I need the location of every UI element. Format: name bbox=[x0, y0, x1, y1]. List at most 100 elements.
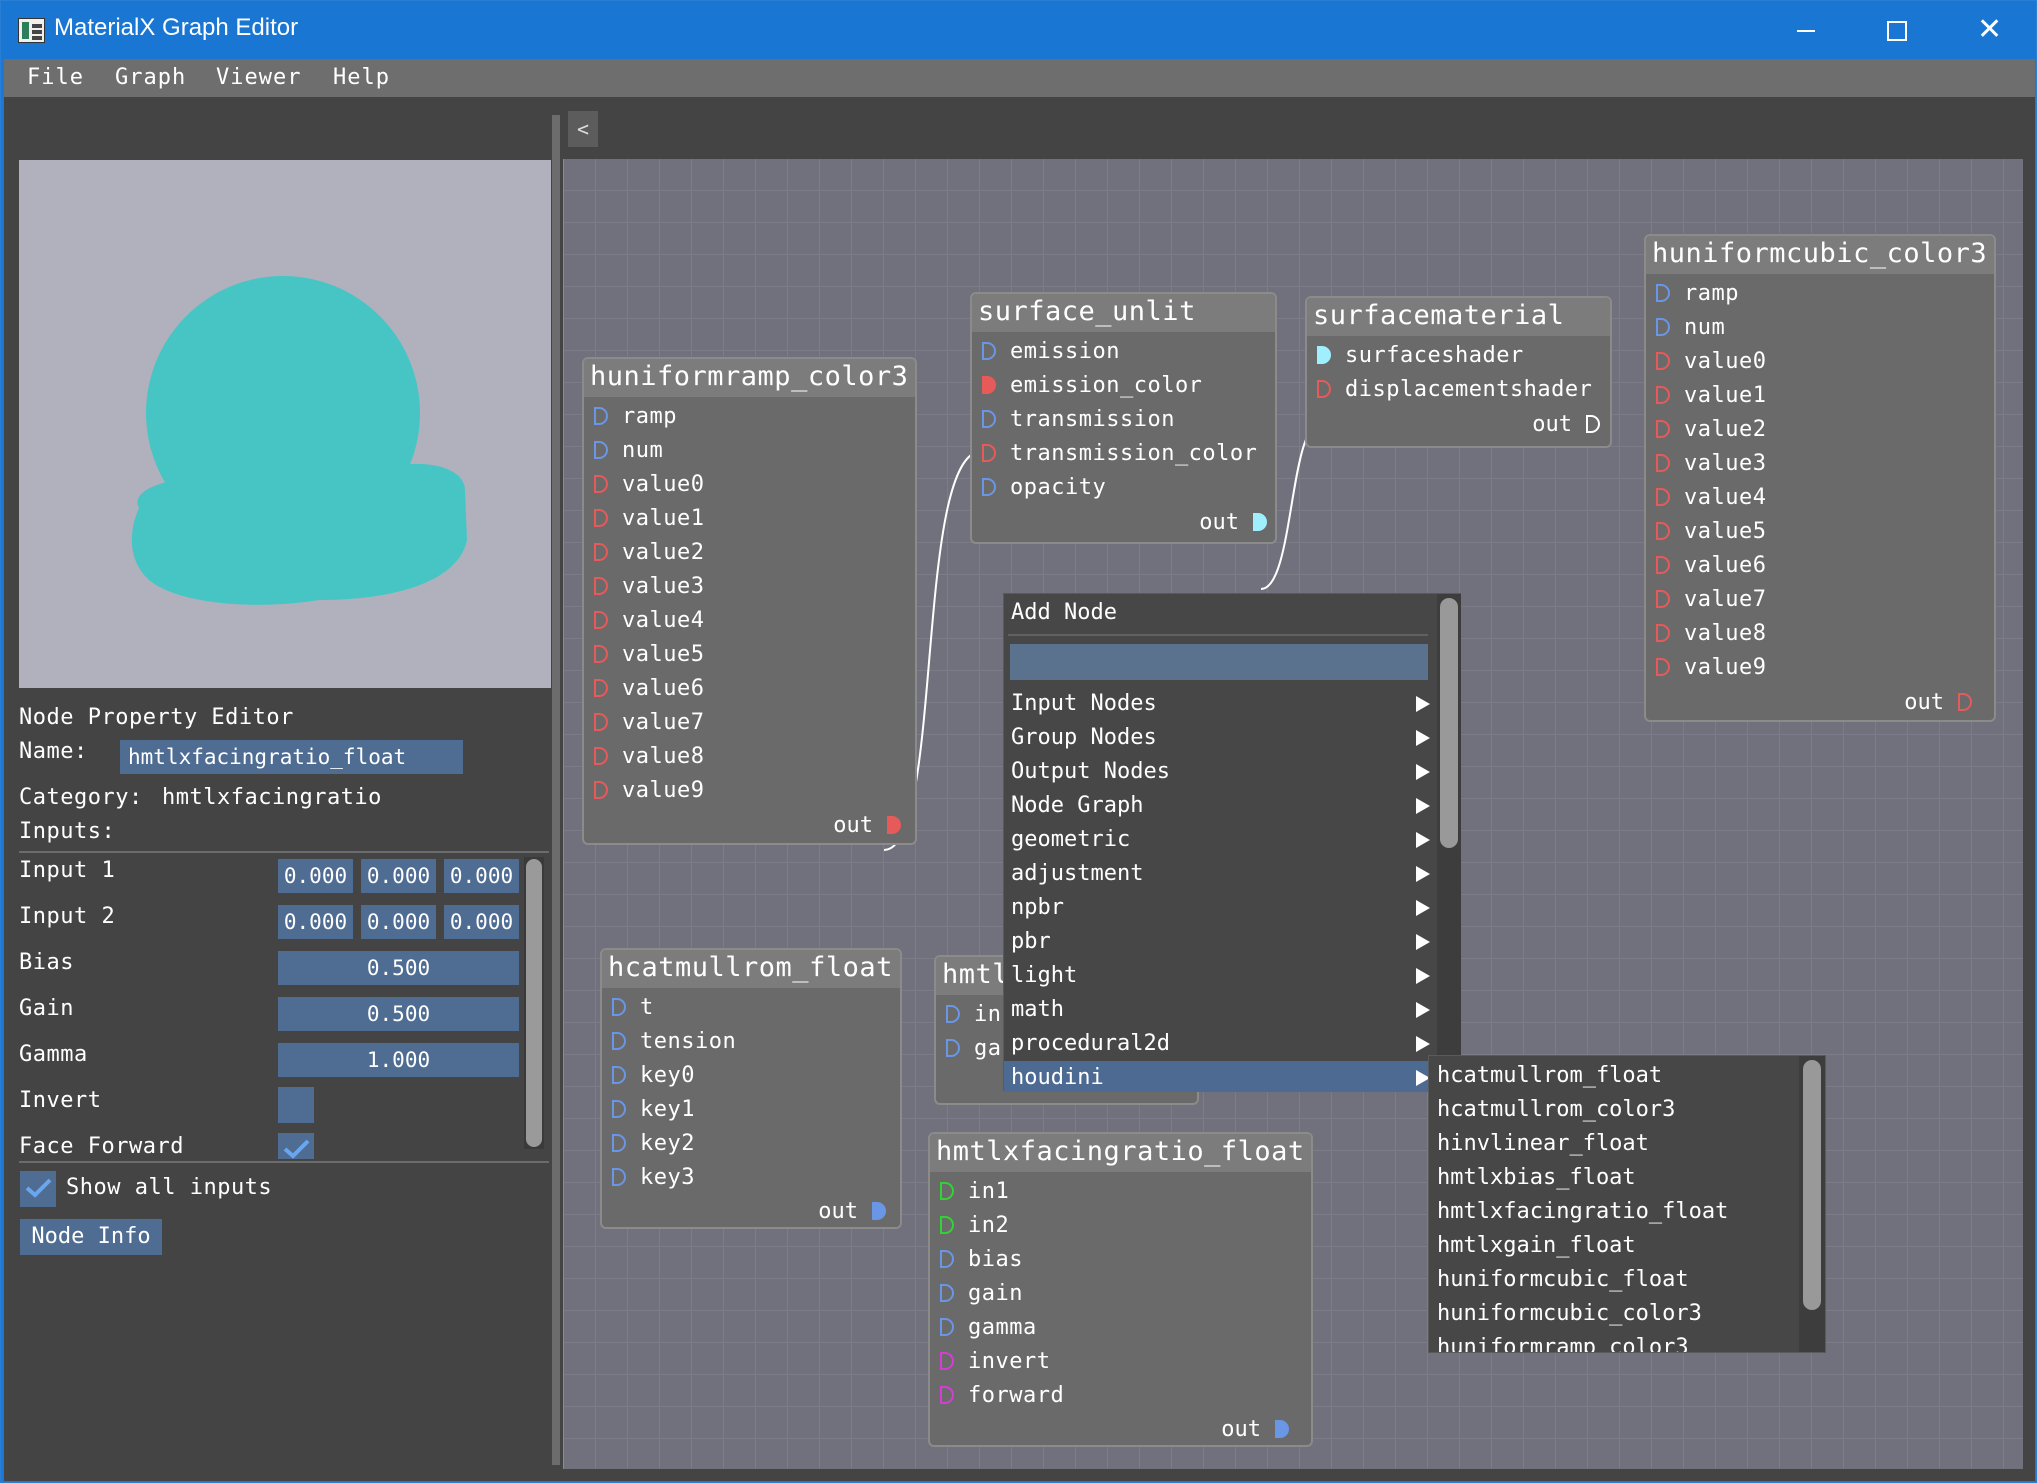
submenu-item[interactable]: hinvlinear_float bbox=[1437, 1127, 1649, 1161]
input-pin-surfaceshader[interactable]: surfaceshader bbox=[1317, 343, 1524, 369]
input-pin-value1[interactable]: value1 bbox=[1656, 383, 1766, 409]
node-surfacematerial[interactable]: surfacematerial surfaceshader displaceme… bbox=[1305, 296, 1612, 448]
menu-item-npbr[interactable]: npbr bbox=[1004, 891, 1440, 925]
submenu-item[interactable]: hcatmullrom_color3 bbox=[1437, 1093, 1675, 1127]
input-pin-value1[interactable]: value1 bbox=[594, 506, 704, 532]
node-hcatmullrom-float[interactable]: hcatmullrom_float t tension key0 key1 ke… bbox=[600, 948, 902, 1229]
output-pin-out[interactable]: out bbox=[1199, 510, 1267, 536]
input-pin-value9[interactable]: value9 bbox=[594, 778, 704, 804]
menu-item-output-nodes[interactable]: Output Nodes bbox=[1004, 755, 1440, 789]
menu-item-houdini[interactable]: houdini bbox=[1004, 1061, 1440, 1092]
input2-z-field[interactable]: 0.000 bbox=[444, 905, 519, 939]
input-pin-in[interactable]: in bbox=[946, 1002, 1002, 1028]
submenu-item[interactable]: huniformramp_color3 bbox=[1437, 1331, 1689, 1352]
collapse-panel-button[interactable]: < bbox=[568, 111, 598, 147]
input-pin-value4[interactable]: value4 bbox=[1656, 485, 1766, 511]
input-pin-value7[interactable]: value7 bbox=[1656, 587, 1766, 613]
input-pin-num[interactable]: num bbox=[1656, 315, 1725, 341]
input-pin-key3[interactable]: key3 bbox=[612, 1165, 695, 1191]
input-pin-value2[interactable]: value2 bbox=[1656, 417, 1766, 443]
node-info-button[interactable]: Node Info bbox=[20, 1219, 162, 1255]
menu-item-input-nodes[interactable]: Input Nodes bbox=[1004, 687, 1440, 721]
show-all-inputs-checkbox[interactable] bbox=[20, 1171, 56, 1207]
menu-item-geometric[interactable]: geometric bbox=[1004, 823, 1440, 857]
input-pin-gain[interactable]: gain bbox=[940, 1281, 1023, 1307]
menu-item-node-graph[interactable]: Node Graph bbox=[1004, 789, 1440, 823]
input2-x-field[interactable]: 0.000 bbox=[278, 905, 353, 939]
input-pin-value6[interactable]: value6 bbox=[594, 676, 704, 702]
menu-item-light[interactable]: light bbox=[1004, 959, 1440, 993]
menu-item-procedural2d[interactable]: procedural2d bbox=[1004, 1027, 1440, 1061]
input-pin-value9[interactable]: value9 bbox=[1656, 655, 1766, 681]
input-pin-transmission[interactable]: transmission bbox=[982, 407, 1175, 433]
input-pin-displacementshader[interactable]: displacementshader bbox=[1317, 377, 1592, 403]
input-pin-t[interactable]: t bbox=[612, 995, 654, 1021]
input-pin-value8[interactable]: value8 bbox=[1656, 621, 1766, 647]
input-pin-value2[interactable]: value2 bbox=[594, 540, 704, 566]
node-huniformcubic-color3[interactable]: huniformcubic_color3 ramp num value0 val… bbox=[1644, 234, 1996, 722]
input-pin-in1[interactable]: in1 bbox=[940, 1179, 1009, 1205]
scrollbar-thumb[interactable] bbox=[1803, 1060, 1821, 1310]
face-forward-checkbox[interactable] bbox=[278, 1133, 314, 1159]
houdini-submenu[interactable]: hcatmullrom_float hcatmullrom_color3 hin… bbox=[1428, 1055, 1826, 1353]
input-pin-value3[interactable]: value3 bbox=[594, 574, 704, 600]
input-pin-key1[interactable]: key1 bbox=[612, 1097, 695, 1123]
menu-file[interactable]: File bbox=[27, 65, 84, 90]
maximize-button[interactable] bbox=[1851, 1, 1943, 59]
input-pin-ramp[interactable]: ramp bbox=[1656, 281, 1739, 307]
input-pin-num[interactable]: num bbox=[594, 438, 663, 464]
input1-x-field[interactable]: 0.000 bbox=[278, 859, 353, 893]
input-pin-transmission-color[interactable]: transmission_color bbox=[982, 441, 1257, 467]
submenu-item[interactable]: hmtlxgain_float bbox=[1437, 1229, 1636, 1263]
input-pin-in2[interactable]: in2 bbox=[940, 1213, 1009, 1239]
close-button[interactable]: ✕ bbox=[1943, 1, 2035, 59]
input-pin-bias[interactable]: bias bbox=[940, 1247, 1023, 1273]
input1-y-field[interactable]: 0.000 bbox=[361, 859, 436, 893]
invert-checkbox[interactable] bbox=[278, 1087, 314, 1123]
input-pin-opacity[interactable]: opacity bbox=[982, 475, 1106, 501]
submenu-item[interactable]: hcatmullrom_float bbox=[1437, 1059, 1662, 1093]
bias-field[interactable]: 0.500 bbox=[278, 951, 519, 985]
scrollbar-thumb[interactable] bbox=[526, 859, 542, 1147]
submenu-scrollbar[interactable] bbox=[1799, 1056, 1825, 1352]
add-node-menu[interactable]: Add Node Input Nodes Group Nodes Output … bbox=[1003, 593, 1461, 1092]
add-node-scrollbar[interactable] bbox=[1437, 594, 1461, 1092]
input-pin-invert[interactable]: invert bbox=[940, 1349, 1050, 1375]
input-pin-value0[interactable]: value0 bbox=[1656, 349, 1766, 375]
panel-splitter[interactable] bbox=[552, 115, 560, 1465]
input-pin-forward[interactable]: forward bbox=[940, 1383, 1064, 1409]
input2-y-field[interactable]: 0.000 bbox=[361, 905, 436, 939]
minimize-button[interactable] bbox=[1759, 1, 1851, 59]
input-pin-key2[interactable]: key2 bbox=[612, 1131, 695, 1157]
input-pin-value5[interactable]: value5 bbox=[1656, 519, 1766, 545]
input-pin-gamma[interactable]: gamma bbox=[940, 1315, 1037, 1341]
menu-item-math[interactable]: math bbox=[1004, 993, 1440, 1027]
menu-item-pbr[interactable]: pbr bbox=[1004, 925, 1440, 959]
input-pin-value0[interactable]: value0 bbox=[594, 472, 704, 498]
input-pin-emission[interactable]: emission bbox=[982, 339, 1120, 365]
menu-graph[interactable]: Graph bbox=[115, 65, 186, 90]
output-pin-out[interactable]: out bbox=[818, 1199, 886, 1225]
node-hmtlxfacingratio-float[interactable]: hmtlxfacingratio_float in1 in2 bias gain… bbox=[928, 1132, 1313, 1447]
node-search-input[interactable] bbox=[1010, 644, 1428, 680]
input-pin-value6[interactable]: value6 bbox=[1656, 553, 1766, 579]
input-pin-emission-color[interactable]: emission_color bbox=[982, 373, 1202, 399]
menu-item-group-nodes[interactable]: Group Nodes bbox=[1004, 721, 1440, 755]
output-pin-out[interactable]: out bbox=[1904, 690, 1972, 716]
input-pin-tension[interactable]: tension bbox=[612, 1029, 736, 1055]
input-pin-value8[interactable]: value8 bbox=[594, 744, 704, 770]
submenu-item[interactable]: hmtlxbias_float bbox=[1437, 1161, 1636, 1195]
menu-viewer[interactable]: Viewer bbox=[216, 65, 301, 90]
output-pin-out[interactable]: out bbox=[1532, 412, 1600, 438]
render-preview[interactable] bbox=[19, 160, 551, 688]
submenu-item[interactable]: hmtlxfacingratio_float bbox=[1437, 1195, 1728, 1229]
input1-z-field[interactable]: 0.000 bbox=[444, 859, 519, 893]
output-pin-out[interactable]: out bbox=[833, 813, 901, 839]
node-surface-unlit[interactable]: surface_unlit emission emission_color tr… bbox=[970, 292, 1277, 544]
input-pin-value5[interactable]: value5 bbox=[594, 642, 704, 668]
input-pin-value4[interactable]: value4 bbox=[594, 608, 704, 634]
input-pin-ramp[interactable]: ramp bbox=[594, 404, 677, 430]
output-pin-out[interactable]: out bbox=[1221, 1417, 1289, 1443]
input-pin-value7[interactable]: value7 bbox=[594, 710, 704, 736]
name-field[interactable]: hmtlxfacingratio_float bbox=[120, 740, 463, 774]
